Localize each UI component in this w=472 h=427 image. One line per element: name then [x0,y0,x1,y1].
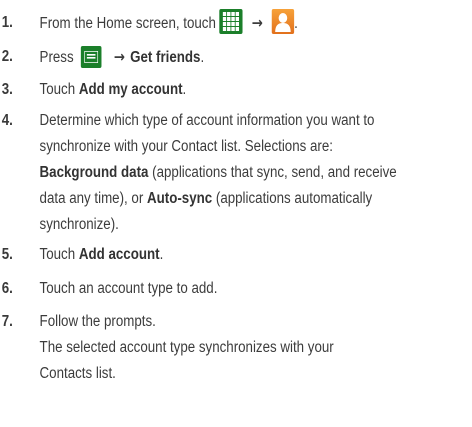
step-number: 6. [1,280,13,297]
arrow-icon: → [251,14,263,32]
bold-term: Add account [78,246,160,263]
instruction-list: 1. From the Home screen, touch → . 2. Pr… [0,0,472,427]
step-text: synchronize). [39,216,119,233]
step-number: 3. [1,81,13,98]
menu-icon [80,45,102,68]
step-number: 1. [1,14,13,31]
bold-term: Auto-sync [146,190,213,207]
step-number: 4. [1,112,13,129]
arrow-icon: → [113,48,125,66]
bold-term: Get friends [130,49,201,66]
bold-term: Background data [39,164,149,181]
step-text: From the Home screen, touch [39,15,216,32]
step-number: 7. [1,313,13,330]
step-text: Touch an account type to add. [39,280,218,297]
apps-grid-icon [219,9,243,35]
step-text: synchronize with your Contact list. Sele… [39,138,333,155]
step-text: Follow the prompts. [39,313,156,330]
step-text: Touch [39,246,79,263]
step-text: Determine which type of account informat… [39,112,375,129]
step-number: 2. [1,48,13,65]
step-number: 5. [1,246,13,263]
bold-term: Add my account [78,81,183,98]
step-text: Press [39,49,74,66]
step-note: The selected account type synchronizes w… [39,339,334,356]
step-text: Touch [39,81,79,98]
step-note: Contacts list. [39,365,116,382]
contacts-icon [271,9,295,35]
